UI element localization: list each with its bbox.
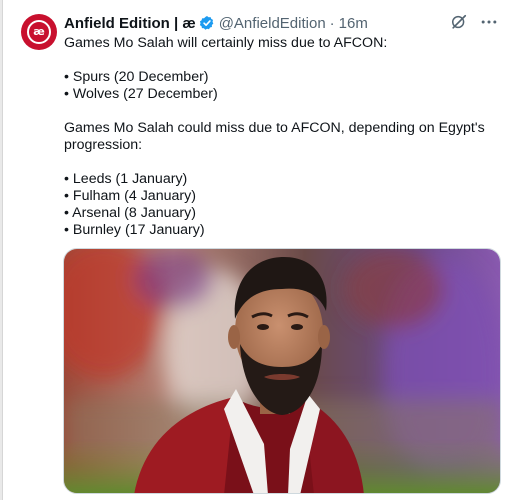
- tweet-line: • Wolves (27 December): [64, 86, 218, 102]
- separator-dot: ·: [329, 14, 335, 32]
- verified-badge-icon: [199, 16, 214, 30]
- more-icon[interactable]: [479, 12, 499, 32]
- tweet-line: • Leeds (1 January): [64, 171, 188, 187]
- tweet-line: • Spurs (20 December): [64, 69, 209, 85]
- display-name[interactable]: Anfield Edition | æ: [64, 15, 196, 32]
- avatar-logo: æ: [27, 20, 51, 44]
- avatar[interactable]: æ: [21, 14, 57, 50]
- timestamp[interactable]: 16m: [339, 15, 368, 32]
- tweet-line: • Arsenal (8 January): [64, 205, 196, 221]
- tweet-line: progression:: [64, 137, 143, 153]
- tweet-line: Games Mo Salah could miss due to AFCON, …: [64, 120, 485, 136]
- handle[interactable]: @AnfieldEdition: [219, 15, 326, 32]
- tweet-card[interactable]: æ Anfield Edition | æ @AnfieldEdition · …: [2, 0, 516, 500]
- tweet-line: • Burnley (17 January): [64, 222, 205, 238]
- tweet-line: Games Mo Salah will certainly miss due t…: [64, 35, 388, 51]
- grok-icon[interactable]: [449, 12, 469, 32]
- tweet-photo[interactable]: [63, 248, 501, 494]
- tweet-header: Anfield Edition | æ @AnfieldEdition · 16…: [64, 13, 368, 33]
- tweet-actions: [449, 12, 499, 32]
- tweet-text: Games Mo Salah will certainly miss due t…: [64, 35, 494, 239]
- tweet-line: • Fulham (4 January): [64, 188, 196, 204]
